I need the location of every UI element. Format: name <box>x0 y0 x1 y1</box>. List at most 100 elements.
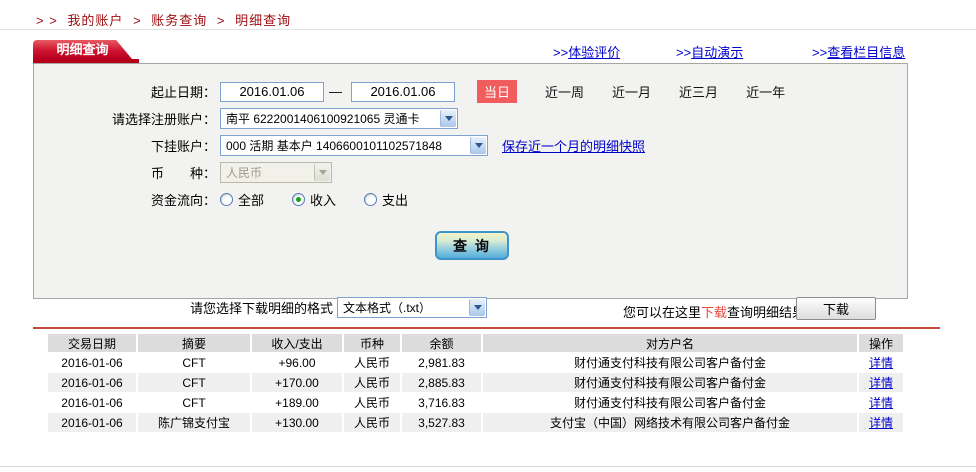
cell-amount: +170.00 <box>252 373 342 392</box>
flow-option-income-label[interactable]: 收入 <box>310 190 336 209</box>
table-header-row: 交易日期 摘要 收入/支出 币种 余额 对方户名 操作 <box>48 334 903 352</box>
chevron-down-icon[interactable] <box>470 137 486 154</box>
currency-row: 币 种： 人民币 <box>34 162 332 183</box>
radio-expense[interactable] <box>364 193 377 206</box>
download-hint: 您可以在这里下载查询明细结果 <box>623 302 805 321</box>
detail-link[interactable]: 详情 <box>869 396 893 410</box>
save-monthly-snapshot-link[interactable]: 保存近一个月的明细快照 <box>502 136 645 155</box>
breadcrumb: > > 我的账户 > 账务查询 > 明细查询 <box>36 10 296 29</box>
cell-summary: 陈广锦支付宝 <box>138 413 250 432</box>
flow-option-all: 全部 <box>216 190 264 209</box>
cell-currency: 人民币 <box>344 393 400 412</box>
download-hint-after: 查询明细结果 <box>727 305 805 320</box>
link-view-column-info[interactable]: >>查看栏目信息 <box>812 42 905 61</box>
cell-amount: +189.00 <box>252 393 342 412</box>
cell-date: 2016-01-06 <box>48 393 136 412</box>
query-form-panel: 起止日期： — 当日 近一周 近一月 近三月 近一年 请选择注册账户： 南平 6… <box>33 63 908 299</box>
sub-account-label: 下挂账户： <box>34 136 216 155</box>
sub-account-select[interactable]: 000 活期 基本户 1406600101102571848 <box>220 135 488 156</box>
cell-balance: 3,716.83 <box>402 393 481 412</box>
breadcrumb-account-query[interactable]: 账务查询 <box>151 13 207 28</box>
date-separator: — <box>329 84 342 99</box>
currency-label: 币 种： <box>34 163 216 182</box>
link-prefix: >> <box>676 45 691 60</box>
flow-option-all-label[interactable]: 全部 <box>238 190 264 209</box>
currency-select: 人民币 <box>220 162 332 183</box>
detail-query-page: > > 我的账户 > 账务查询 > 明细查询 明细查询 >>体验评价 >>自动演… <box>0 0 976 472</box>
date-range-label: 起止日期： <box>34 82 216 101</box>
query-button[interactable]: 查 询 <box>435 231 509 260</box>
register-account-label: 请选择注册账户： <box>34 109 216 128</box>
flow-option-expense-label[interactable]: 支出 <box>382 190 408 209</box>
download-format-label: 请您选择下载明细的格式 <box>190 298 333 317</box>
cell-summary: CFT <box>138 393 250 412</box>
link-prefix: >> <box>553 45 568 60</box>
detail-link[interactable]: 详情 <box>869 416 893 430</box>
chevron-down-icon[interactable] <box>469 299 485 316</box>
cell-counterparty: 财付通支付科技有限公司客户备付金 <box>483 393 857 412</box>
chevron-down-icon <box>314 164 330 181</box>
detail-link[interactable]: 详情 <box>869 376 893 390</box>
header-amount: 收入/支出 <box>252 334 342 352</box>
table-divider <box>33 327 940 329</box>
date-to-input[interactable] <box>351 82 455 102</box>
cell-summary: CFT <box>138 373 250 392</box>
quick-range-week[interactable]: 近一周 <box>545 82 584 101</box>
tab-detail-query[interactable]: 明细查询 <box>33 40 132 59</box>
chevron-down-icon[interactable] <box>440 110 456 127</box>
fund-flow-label: 资金流向： <box>34 190 216 209</box>
table-row: 2016-01-06 CFT +170.00 人民币 2,885.83 财付通支… <box>48 373 903 392</box>
quick-range-today[interactable]: 当日 <box>477 80 517 103</box>
download-hint-link[interactable]: 下载 <box>701 305 727 320</box>
header-balance: 余额 <box>402 334 481 352</box>
register-account-value: 南平 6222001406100921065 灵通卡 <box>226 110 419 127</box>
header-currency: 币种 <box>344 334 400 352</box>
cell-date: 2016-01-06 <box>48 353 136 372</box>
detail-link[interactable]: 详情 <box>869 356 893 370</box>
cell-date: 2016-01-06 <box>48 373 136 392</box>
radio-all[interactable] <box>220 193 233 206</box>
radio-income[interactable] <box>292 193 305 206</box>
breadcrumb-separator: > <box>217 13 226 28</box>
page-bottom-divider <box>0 466 976 467</box>
quick-range-quarter[interactable]: 近三月 <box>679 82 718 101</box>
link-auto-demo[interactable]: >>自动演示 <box>676 42 743 61</box>
date-range-row: 起止日期： — 当日 近一周 近一月 近三月 近一年 <box>34 80 785 103</box>
table-row: 2016-01-06 CFT +96.00 人民币 2,981.83 财付通支付… <box>48 353 903 372</box>
breadcrumb-separator: > <box>133 13 142 28</box>
cell-summary: CFT <box>138 353 250 372</box>
download-format-group: 请您选择下载明细的格式 文本格式（.txt） <box>190 297 487 318</box>
breadcrumb-current: 明细查询 <box>235 13 291 28</box>
quick-range-month[interactable]: 近一月 <box>612 82 651 101</box>
header-date: 交易日期 <box>48 334 136 352</box>
flow-option-expense: 支出 <box>360 190 408 209</box>
table-row: 2016-01-06 陈广锦支付宝 +130.00 人民币 3,527.83 支… <box>48 413 903 432</box>
header-action: 操作 <box>859 334 903 352</box>
download-format-value: 文本格式（.txt） <box>343 299 431 316</box>
cell-amount: +130.00 <box>252 413 342 432</box>
register-account-select[interactable]: 南平 6222001406100921065 灵通卡 <box>220 108 458 129</box>
cell-currency: 人民币 <box>344 413 400 432</box>
header-divider <box>0 29 976 30</box>
breadcrumb-my-account[interactable]: 我的账户 <box>67 13 123 28</box>
link-experience-rating[interactable]: >>体验评价 <box>553 42 620 61</box>
download-hint-before: 您可以在这里 <box>623 305 701 320</box>
currency-value: 人民币 <box>226 164 262 181</box>
date-from-input[interactable] <box>220 82 324 102</box>
cell-balance: 2,981.83 <box>402 353 481 372</box>
header-summary: 摘要 <box>138 334 250 352</box>
cell-currency: 人民币 <box>344 353 400 372</box>
cell-counterparty: 财付通支付科技有限公司客户备付金 <box>483 373 857 392</box>
cell-balance: 3,527.83 <box>402 413 481 432</box>
fund-flow-row: 资金流向： 全部 收入 支出 <box>34 190 408 209</box>
cell-balance: 2,885.83 <box>402 373 481 392</box>
link-label: 体验评价 <box>568 45 620 60</box>
download-button[interactable]: 下载 <box>796 297 876 320</box>
breadcrumb-prefix: > > <box>36 13 58 28</box>
transaction-table: 交易日期 摘要 收入/支出 币种 余额 对方户名 操作 2016-01-06 C… <box>46 333 905 433</box>
download-format-select[interactable]: 文本格式（.txt） <box>337 297 487 318</box>
quick-range-year[interactable]: 近一年 <box>746 82 785 101</box>
link-label: 自动演示 <box>691 45 743 60</box>
table-row: 2016-01-06 CFT +189.00 人民币 3,716.83 财付通支… <box>48 393 903 412</box>
header-counterparty: 对方户名 <box>483 334 857 352</box>
